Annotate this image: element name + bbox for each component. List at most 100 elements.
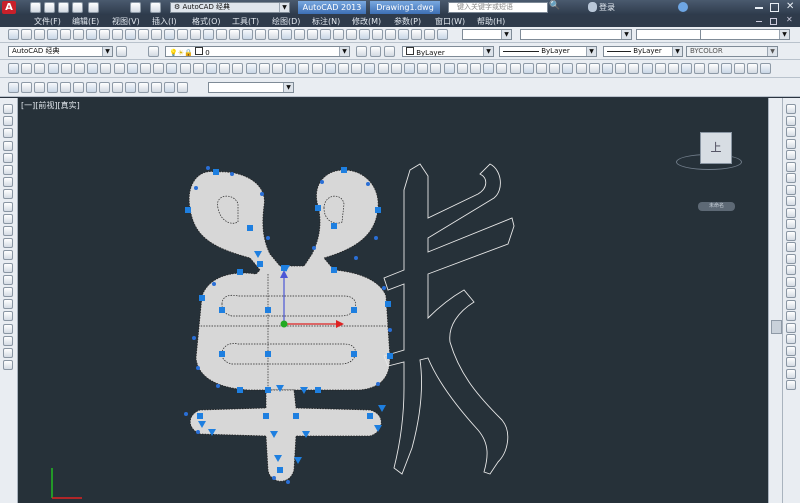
workspace-select[interactable]: AutoCAD 经典 ▼	[8, 46, 113, 57]
toolbar-tool-icon[interactable]	[3, 311, 13, 322]
toolbar-tool-icon[interactable]	[166, 63, 178, 74]
close-icon[interactable]: ✕	[786, 1, 794, 12]
toolbar-tool-icon[interactable]	[786, 345, 796, 356]
toolbar-tool-icon[interactable]	[138, 82, 149, 93]
redo-icon[interactable]	[150, 2, 161, 13]
toolbar-tool-icon[interactable]	[60, 63, 72, 74]
toolbar-tool-icon[interactable]	[562, 63, 574, 74]
grip-point[interactable]	[199, 295, 205, 301]
toolbar-tool-icon[interactable]	[320, 29, 331, 40]
toolbar-tool-icon[interactable]	[100, 63, 112, 74]
view-combo[interactable]: ▼	[208, 82, 294, 93]
menu-format[interactable]: 格式(O)	[192, 16, 221, 27]
toolbar-tool-icon[interactable]	[786, 299, 796, 310]
toolbar-tool-icon[interactable]	[786, 368, 796, 379]
toolbar-tool-icon[interactable]	[190, 29, 201, 40]
toolbar-tool-icon[interactable]	[179, 63, 191, 74]
grip-point[interactable]	[219, 351, 225, 357]
toolbar-tool-icon[interactable]	[3, 116, 13, 127]
toolbar-tool-icon[interactable]	[151, 29, 162, 40]
toolbar-tool-icon[interactable]	[99, 29, 110, 40]
toolbar-tool-icon[interactable]	[470, 63, 481, 74]
grip-point[interactable]	[367, 413, 373, 419]
toolbar-tool-icon[interactable]	[786, 219, 796, 229]
toolbar-tool-icon[interactable]	[588, 63, 600, 74]
toolbar-tool-icon[interactable]	[126, 63, 138, 74]
toolbar-tool-icon[interactable]	[602, 63, 613, 74]
grip-point[interactable]	[263, 413, 269, 419]
toolbar-tool-icon[interactable]	[417, 63, 429, 74]
menu-file[interactable]: 文件(F)	[34, 16, 61, 27]
toolbar-tool-icon[interactable]	[338, 63, 349, 74]
grip-point[interactable]	[331, 267, 337, 273]
toolbar-tool-icon[interactable]	[268, 29, 279, 40]
toolbar-tool-icon[interactable]	[112, 82, 123, 93]
undo-icon[interactable]	[130, 2, 141, 13]
toolbar-tool-icon[interactable]	[151, 82, 162, 93]
toolbar-tool-icon[interactable]	[8, 63, 19, 74]
plotstyle-select[interactable]: BYCOLOR ▼	[686, 46, 778, 57]
toolbar-tool-icon[interactable]	[21, 82, 32, 93]
toolbar-tool-icon[interactable]	[216, 29, 227, 40]
toolbar-tool-icon[interactable]	[3, 152, 13, 163]
minimize-icon[interactable]	[755, 7, 763, 9]
toolbar-tool-icon[interactable]	[411, 29, 422, 40]
toolbar-tool-icon[interactable]	[272, 63, 283, 74]
save-as-icon[interactable]	[72, 2, 83, 13]
toolbar-tool-icon[interactable]	[140, 63, 151, 74]
toolbar-tool-icon[interactable]	[377, 63, 389, 74]
toolbar-tool-icon[interactable]	[99, 82, 110, 93]
toolbar-tool-icon[interactable]	[203, 29, 214, 40]
grip-point[interactable]	[265, 387, 271, 393]
toolbar-tool-icon[interactable]	[747, 63, 759, 74]
user-icon[interactable]	[588, 2, 597, 12]
toolbar-tool-icon[interactable]	[786, 184, 796, 195]
toolbar-tool-icon[interactable]	[786, 127, 796, 137]
save-icon[interactable]	[58, 2, 69, 13]
toolbar-tool-icon[interactable]	[164, 29, 175, 40]
toolbar-tool-icon[interactable]	[786, 322, 796, 333]
color-select[interactable]: ByLayer ▼	[402, 46, 494, 57]
toolbar-tool-icon[interactable]	[86, 29, 97, 40]
toolbar-tool-icon[interactable]	[483, 63, 495, 74]
toolbar-tool-icon[interactable]	[34, 82, 45, 93]
toolbar-tool-icon[interactable]	[3, 335, 13, 346]
workspace-settings-icon[interactable]	[116, 46, 127, 57]
toolbar-tool-icon[interactable]	[285, 63, 297, 74]
toolbar-tool-icon[interactable]	[21, 29, 32, 40]
menu-insert[interactable]: 插入(I)	[152, 16, 177, 27]
grip-point[interactable]	[331, 223, 337, 229]
toolbar-tool-icon[interactable]	[3, 213, 13, 224]
toolbar-tool-icon[interactable]	[3, 348, 13, 358]
autocad-logo-icon[interactable]: A	[2, 1, 16, 14]
toolbar-tool-icon[interactable]	[549, 63, 561, 74]
toolbar-tool-icon[interactable]	[3, 177, 13, 188]
toolbar-tool-icon[interactable]	[786, 138, 796, 149]
toolbar-tool-icon[interactable]	[398, 29, 409, 40]
toolbar-tool-icon[interactable]	[34, 63, 46, 74]
toolbar-tool-icon[interactable]	[3, 226, 13, 236]
toolbar-tool-icon[interactable]	[628, 63, 640, 74]
menu-modify[interactable]: 修改(M)	[352, 16, 381, 27]
toolbar-tool-icon[interactable]	[73, 29, 84, 40]
grip-point[interactable]	[265, 351, 271, 357]
toolbar-tool-icon[interactable]	[786, 253, 796, 264]
toolbar-tool-icon[interactable]	[786, 311, 796, 321]
menu-draw[interactable]: 绘图(D)	[272, 16, 300, 27]
toolbar-tool-icon[interactable]	[641, 63, 653, 74]
grip-point[interactable]	[293, 413, 299, 419]
grip-point[interactable]	[237, 387, 243, 393]
toolbar-tool-icon[interactable]	[786, 242, 796, 252]
grip-triangle[interactable]	[300, 387, 308, 394]
help-icon[interactable]	[678, 2, 688, 12]
toolbar-tool-icon[interactable]	[8, 29, 19, 40]
toolbar-tool-icon[interactable]	[8, 82, 19, 93]
menu-view[interactable]: 视图(V)	[112, 16, 140, 27]
grip-triangle[interactable]	[378, 405, 386, 412]
maximize-icon[interactable]	[770, 3, 779, 12]
menu-help[interactable]: 帮助(H)	[477, 16, 505, 27]
grip-point[interactable]	[237, 269, 243, 275]
toolbar-combo[interactable]: ▼	[520, 29, 632, 40]
toolbar-tool-icon[interactable]	[786, 173, 796, 183]
toolbar-tool-icon[interactable]	[3, 250, 13, 261]
